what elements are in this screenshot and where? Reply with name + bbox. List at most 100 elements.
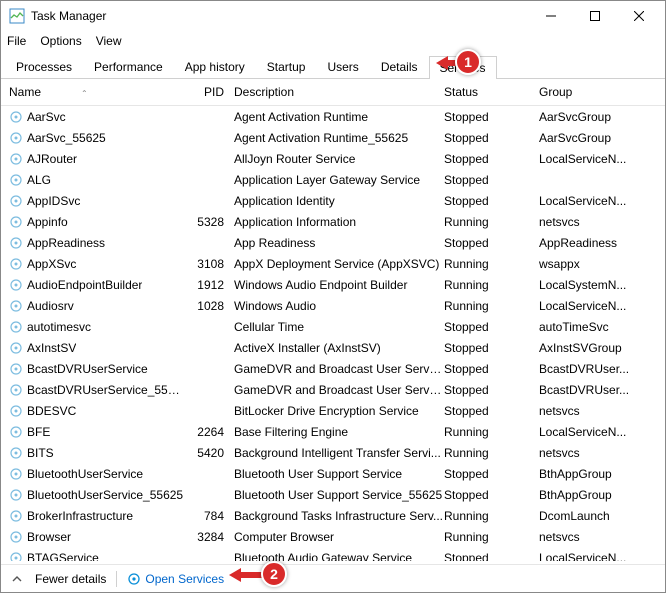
service-description: Windows Audio Endpoint Builder: [234, 278, 444, 292]
service-group: LocalServiceN...: [539, 194, 657, 208]
tab-performance[interactable]: Performance: [83, 55, 174, 78]
tab-startup[interactable]: Startup: [256, 55, 317, 78]
service-status: Running: [444, 530, 539, 544]
table-row[interactable]: autotimesvcCellular TimeStoppedautoTimeS…: [1, 316, 665, 337]
tab-app-history[interactable]: App history: [174, 55, 256, 78]
service-group: wsappx: [539, 257, 657, 271]
service-pid: 5420: [184, 446, 234, 460]
close-button[interactable]: [617, 2, 661, 30]
service-name: Appinfo: [27, 215, 68, 229]
menu-options[interactable]: Options: [40, 34, 81, 48]
service-description: Computer Browser: [234, 530, 444, 544]
service-name: BcastDVRUserService: [27, 362, 148, 376]
service-icon: [9, 236, 23, 250]
table-row[interactable]: ALGApplication Layer Gateway ServiceStop…: [1, 169, 665, 190]
table-row[interactable]: Browser3284Computer BrowserRunningnetsvc…: [1, 526, 665, 547]
table-row[interactable]: Audiosrv1028Windows AudioRunningLocalSer…: [1, 295, 665, 316]
maximize-button[interactable]: [573, 2, 617, 30]
header-pid[interactable]: PID: [184, 85, 234, 99]
app-icon: [9, 8, 25, 24]
service-status: Stopped: [444, 488, 539, 502]
service-icon: [9, 362, 23, 376]
gear-icon: [127, 572, 141, 586]
service-pid: 1028: [184, 299, 234, 313]
table-row[interactable]: BDESVCBitLocker Drive Encryption Service…: [1, 400, 665, 421]
service-list[interactable]: AarSvcAgent Activation RuntimeStoppedAar…: [1, 106, 665, 561]
service-description: BitLocker Drive Encryption Service: [234, 404, 444, 418]
service-name: AppIDSvc: [27, 194, 80, 208]
table-row[interactable]: AppIDSvc Application IdentityStoppedLocal…: [1, 190, 665, 211]
menu-file[interactable]: File: [7, 34, 26, 48]
table-row[interactable]: BTAGServiceBluetooth Audio Gateway Servi…: [1, 547, 665, 561]
service-description: Application Information: [234, 215, 444, 229]
service-icon: [9, 194, 23, 208]
menu-view[interactable]: View: [96, 34, 122, 48]
service-status: Stopped: [444, 320, 539, 334]
table-row[interactable]: AarSvcAgent Activation RuntimeStoppedAar…: [1, 106, 665, 127]
service-status: Stopped: [444, 362, 539, 376]
table-row[interactable]: BcastDVRUserService_55625GameDVR and Bro…: [1, 379, 665, 400]
service-description: Bluetooth User Support Service: [234, 467, 444, 481]
table-row[interactable]: AppXSvc3108AppX Deployment Service (AppX…: [1, 253, 665, 274]
table-row[interactable]: AppReadinessApp ReadinessStoppedAppReadi…: [1, 232, 665, 253]
table-row[interactable]: BluetoothUserService Bluetooth User Suppo…: [1, 463, 665, 484]
service-description: Bluetooth User Support Service_55625: [234, 488, 444, 502]
service-name: BrokerInfrastructure: [27, 509, 133, 523]
service-status: Running: [444, 299, 539, 313]
service-status: Running: [444, 278, 539, 292]
column-headers: Name⌃ PID Description Status Group: [1, 79, 665, 106]
tab-details[interactable]: Details: [370, 55, 429, 78]
header-group[interactable]: Group: [539, 85, 657, 99]
service-group: BthAppGroup: [539, 467, 657, 481]
table-row[interactable]: BluetoothUserService_55625Bluetooth User…: [1, 484, 665, 505]
table-row[interactable]: BITS5420Background Intelligent Transfer …: [1, 442, 665, 463]
open-services-link[interactable]: Open Services: [127, 572, 224, 586]
service-group: autoTimeSvc: [539, 320, 657, 334]
table-row[interactable]: BFE2264Base Filtering EngineRunningLocal…: [1, 421, 665, 442]
table-row[interactable]: Appinfo5328Application InformationRunnin…: [1, 211, 665, 232]
service-icon: [9, 131, 23, 145]
service-icon: [9, 278, 23, 292]
menubar: File Options View: [1, 31, 665, 51]
annotation-badge-2: 2: [261, 561, 287, 587]
footer: Fewer details Open Services: [1, 564, 665, 592]
tab-users[interactable]: Users: [316, 55, 369, 78]
service-name: BluetoothUserService: [27, 467, 143, 481]
titlebar: Task Manager: [1, 1, 665, 31]
minimize-button[interactable]: [529, 2, 573, 30]
divider: [116, 571, 117, 587]
service-icon: [9, 488, 23, 502]
service-group: LocalSystemN...: [539, 278, 657, 292]
table-row[interactable]: AarSvc_55625Agent Activation Runtime_556…: [1, 127, 665, 148]
header-name[interactable]: Name⌃: [9, 85, 184, 99]
service-group: AxInstSVGroup: [539, 341, 657, 355]
service-group: AppReadiness: [539, 236, 657, 250]
service-description: Agent Activation Runtime: [234, 110, 444, 124]
window-title: Task Manager: [31, 9, 106, 23]
sort-indicator-icon: ⌃: [81, 89, 88, 98]
service-icon: [9, 299, 23, 313]
service-status: Running: [444, 425, 539, 439]
table-row[interactable]: AJRouterAllJoyn Router ServiceStoppedLoc…: [1, 148, 665, 169]
service-description: AllJoyn Router Service: [234, 152, 444, 166]
tab-processes[interactable]: Processes: [5, 55, 83, 78]
table-row[interactable]: BrokerInfrastructure784Background Tasks …: [1, 505, 665, 526]
table-row[interactable]: AudioEndpointBuilder1912Windows Audio En…: [1, 274, 665, 295]
service-status: Stopped: [444, 194, 539, 208]
header-description[interactable]: Description: [234, 85, 444, 99]
service-status: Running: [444, 215, 539, 229]
service-status: Stopped: [444, 236, 539, 250]
service-group: netsvcs: [539, 404, 657, 418]
service-status: Stopped: [444, 131, 539, 145]
header-status[interactable]: Status: [444, 85, 539, 99]
service-icon: [9, 530, 23, 544]
fewer-details-button[interactable]: Fewer details: [35, 572, 106, 586]
service-description: GameDVR and Broadcast User Service: [234, 362, 444, 376]
service-description: AppX Deployment Service (AppXSVC): [234, 257, 444, 271]
service-group: BcastDVRUser...: [539, 362, 657, 376]
service-description: Application Identity: [234, 194, 444, 208]
service-icon: [9, 173, 23, 187]
service-description: ActiveX Installer (AxInstSV): [234, 341, 444, 355]
table-row[interactable]: AxInstSVActiveX Installer (AxInstSV)Stop…: [1, 337, 665, 358]
table-row[interactable]: BcastDVRUserService GameDVR and Broadcast…: [1, 358, 665, 379]
